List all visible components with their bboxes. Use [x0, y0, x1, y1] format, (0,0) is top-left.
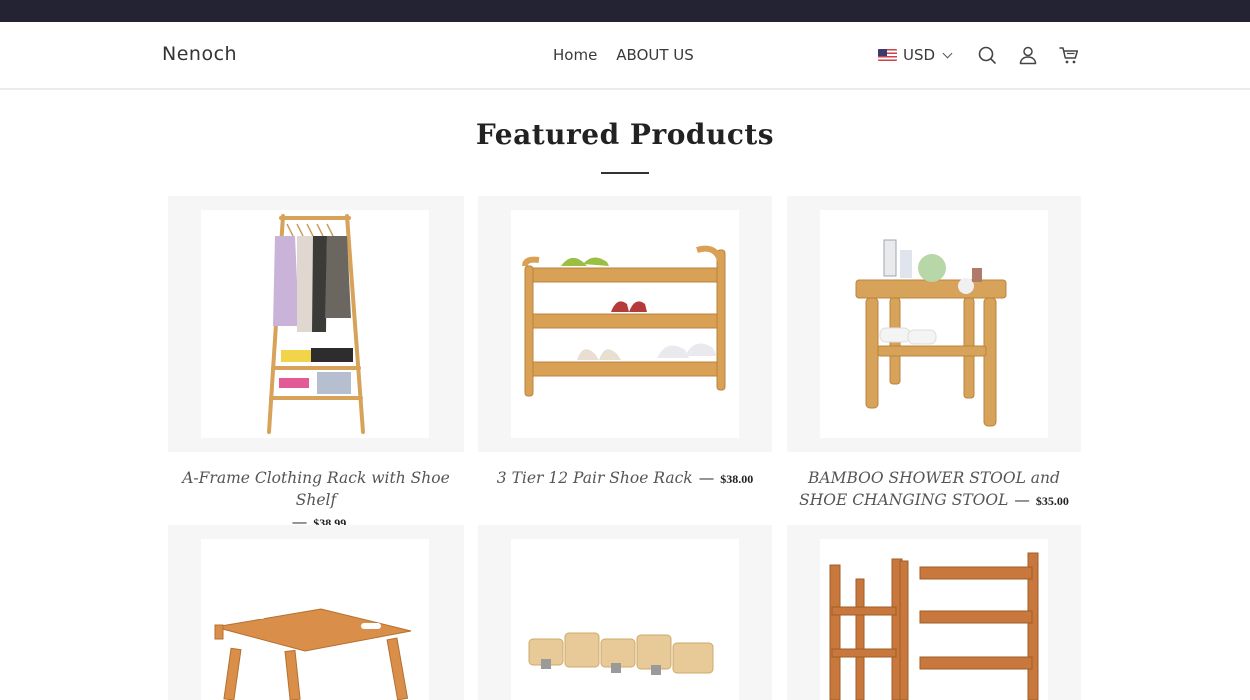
- product-price: $38.00: [720, 472, 754, 486]
- product-caption: BAMBOO SHOWER STOOL and SHOE CHANGING ST…: [787, 467, 1081, 512]
- product-title[interactable]: 3 Tier 12 Pair Shoe Rack: [497, 469, 693, 487]
- title-divider: [601, 172, 649, 174]
- announcement-bar: [0, 0, 1250, 22]
- currency-label: USD: [903, 46, 936, 64]
- product-title[interactable]: A-Frame Clothing Rack with Shoe Shelf: [182, 469, 450, 509]
- product-image-clothing-rack[interactable]: [201, 210, 429, 438]
- search-icon[interactable]: [976, 44, 998, 66]
- site-header: Nenoch Home ABOUT US USD: [0, 22, 1250, 90]
- product-card[interactable]: [168, 525, 464, 700]
- nav-about-link[interactable]: ABOUT US: [616, 46, 694, 64]
- product-caption: 3 Tier 12 Pair Shoe Rack — $38.00: [478, 467, 772, 490]
- product-image-bed-tray[interactable]: [201, 539, 429, 700]
- price-separator: —: [1014, 491, 1030, 509]
- product-card[interactable]: [787, 196, 1081, 452]
- section-title: Featured Products: [475, 118, 775, 151]
- chevron-down-icon: [942, 48, 953, 58]
- product-image-shower-stool[interactable]: [820, 210, 1048, 438]
- product-caption: A-Frame Clothing Rack with Shoe Shelf — $…: [168, 467, 464, 534]
- product-image-shoe-shelf[interactable]: [820, 539, 1048, 700]
- main-nav: Home ABOUT US: [553, 46, 694, 64]
- product-image-wall-hooks[interactable]: [511, 539, 739, 700]
- brand-logo[interactable]: Nenoch: [162, 43, 237, 65]
- nav-home-link[interactable]: Home: [553, 46, 597, 64]
- product-price: $35.00: [1035, 494, 1069, 508]
- product-card[interactable]: [168, 196, 464, 452]
- product-card[interactable]: [478, 525, 772, 700]
- currency-selector[interactable]: USD: [878, 46, 953, 64]
- product-card[interactable]: [478, 196, 772, 452]
- us-flag-icon: [878, 49, 897, 61]
- product-card[interactable]: [787, 525, 1081, 700]
- user-icon[interactable]: [1017, 44, 1039, 66]
- product-image-shoe-rack[interactable]: [511, 210, 739, 438]
- price-separator: —: [698, 469, 715, 487]
- cart-icon[interactable]: [1058, 44, 1080, 66]
